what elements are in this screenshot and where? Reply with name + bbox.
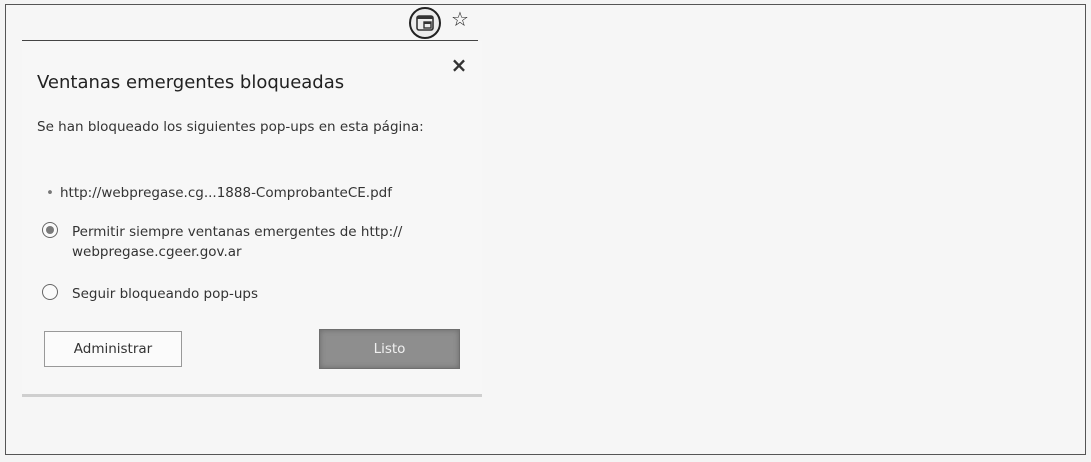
radio-label-allow[interactable]: Permitir siempre ventanas emergentes de …: [72, 222, 432, 262]
radio-block[interactable]: [42, 284, 58, 300]
popup-blocked-icon[interactable]: [409, 7, 441, 39]
popup-blocked-bubble: × Ventanas emergentes bloqueadas Se han …: [22, 41, 482, 397]
star-icon[interactable]: ☆: [451, 9, 469, 29]
bullet: •: [46, 185, 54, 201]
bubble-description: Se han bloqueado los siguientes pop-ups …: [37, 119, 424, 135]
done-button[interactable]: Listo: [319, 329, 460, 369]
radio-option-allow[interactable]: Permitir siempre ventanas emergentes de …: [42, 222, 432, 262]
radio-selected-dot: [46, 226, 54, 234]
radio-allow[interactable]: [42, 222, 58, 238]
close-icon[interactable]: ×: [449, 55, 469, 75]
radio-label-block[interactable]: Seguir bloqueando pop-ups: [72, 284, 432, 304]
popup-blocked-glyph: [416, 15, 434, 31]
radio-option-block[interactable]: Seguir bloqueando pop-ups: [42, 284, 432, 304]
bubble-title: Ventanas emergentes bloqueadas: [37, 72, 345, 93]
blocked-popup-url[interactable]: http://webpregase.cg...1888-ComprobanteC…: [60, 185, 392, 201]
blocked-popup-link[interactable]: • http://webpregase.cg...1888-Comprobante…: [46, 185, 392, 201]
manage-button[interactable]: Administrar: [44, 331, 182, 367]
